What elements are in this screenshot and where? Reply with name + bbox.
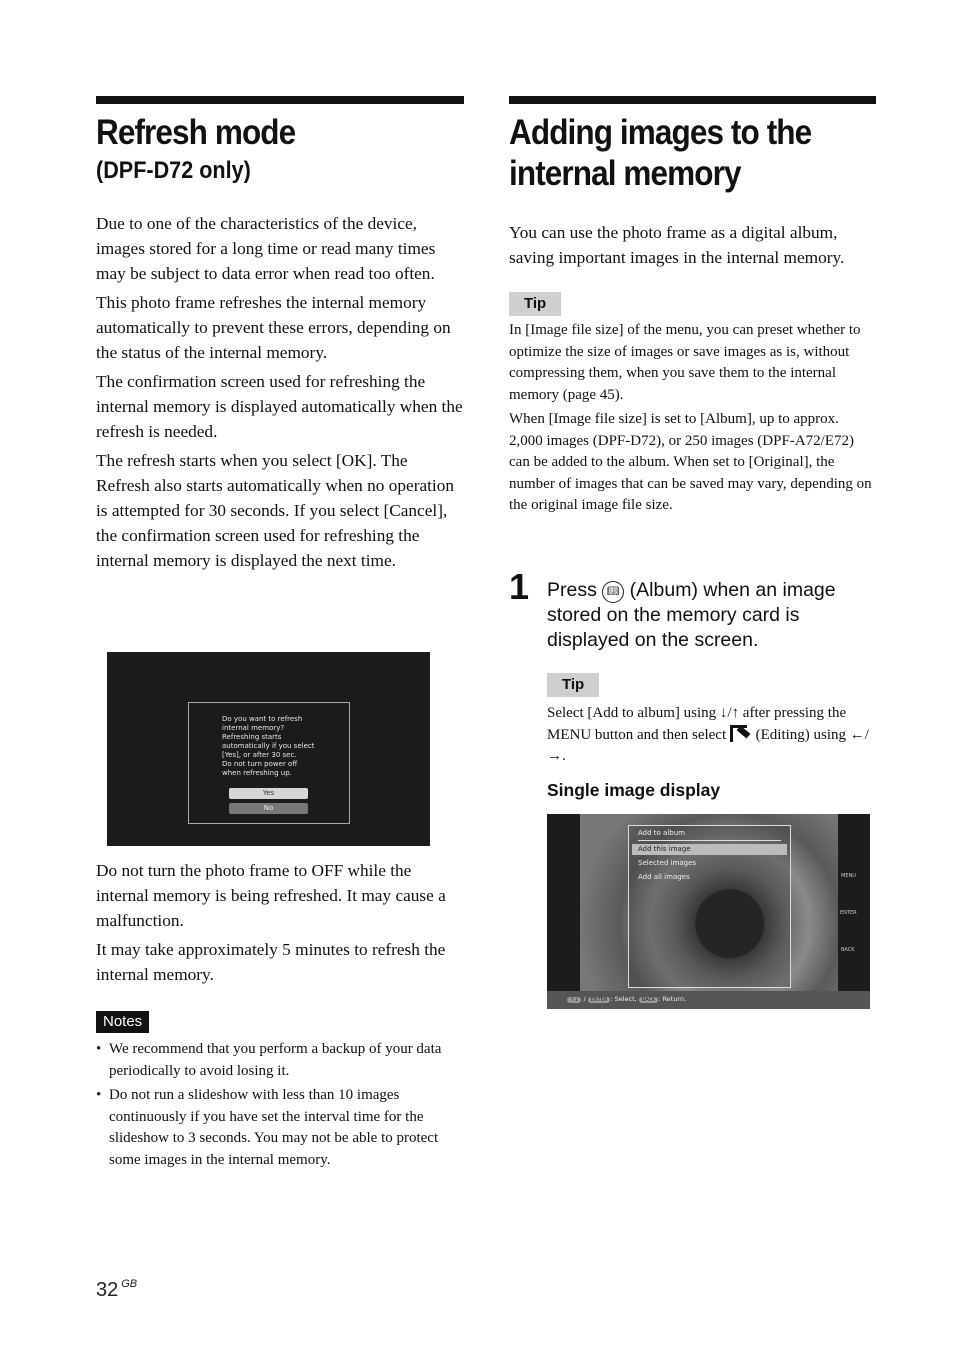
screen-left-bar (547, 814, 580, 991)
step-number: 1 (509, 566, 530, 607)
paragraph: The refresh starts when you select [OK].… (96, 451, 455, 570)
screen-help-bar: ↑↓ / ENTER: Select, BACK: Return. (547, 991, 870, 1009)
menu-title: Add to album (638, 829, 685, 837)
add-to-album-screenshot: MENU ENTER BACK Add to album Add this im… (547, 814, 870, 1009)
menu-item-add-all-images: Add all images (638, 873, 690, 881)
editing-icon (729, 724, 752, 742)
return-text: : Return. (658, 995, 687, 1003)
menu-key-label: MENU (841, 873, 856, 879)
region-code: GB (121, 1278, 138, 1290)
subheading: Single image display (547, 780, 721, 800)
paragraph: This photo frame refreshes the internal … (96, 293, 451, 362)
intro-paragraph: You can use the photo frame as a digital… (509, 223, 845, 267)
right-column: Adding images to the internal memory You… (509, 96, 876, 520)
notes-label: Notes (96, 1011, 150, 1033)
paragraph: Due to one of the characteristics of the… (96, 214, 436, 283)
section-title-line2: internal memory (509, 154, 741, 193)
left-column-lower: Do not turn the photo frame to OFF while… (96, 858, 464, 1174)
enter-key-label: ENTER (840, 910, 857, 916)
step-instruction: Press 📖︎ (Album) when an image stored on… (547, 578, 877, 653)
menu-item-selected-images: Selected images (638, 859, 697, 867)
section-title: Refresh mode (96, 113, 296, 152)
select-text: : Select, (610, 995, 639, 1003)
tip-block-2: Tip Select [Add to album] using ↓/↑ afte… (547, 673, 877, 771)
tip-paragraph: Select [Add to album] using ↓/↑ after pr… (547, 703, 877, 768)
section-title-line1: Adding images to the (509, 113, 812, 152)
screen-right-bar: MENU ENTER BACK (838, 814, 870, 991)
section-subtitle: (DPF-D72 only) (96, 157, 251, 184)
refresh-dialog: Do you want to refresh internal memory? … (188, 702, 350, 824)
tip-label: Tip (547, 673, 600, 697)
note-item: We recommend that you perform a backup o… (96, 1039, 464, 1082)
arrows-key: ↑↓ (567, 997, 582, 1003)
note-item: Do not run a slideshow with less than 10… (96, 1085, 464, 1171)
section-rule (96, 96, 464, 104)
page-number-value: 32 (96, 1279, 119, 1301)
paragraph: It may take approximately 5 minutes to r… (96, 940, 446, 984)
album-icon: 📖︎ (602, 581, 625, 603)
step-text-pre: Press (547, 579, 603, 601)
tip-paragraph: When [Image file size] is set to [Album]… (509, 411, 872, 513)
add-to-album-menu: Add to album Add this image Selected ima… (628, 825, 791, 988)
help-text: ↑↓ / ENTER: Select, BACK: Return. (567, 995, 686, 1003)
yes-button: Yes (229, 788, 308, 799)
left-column: Refresh mode (DPF-D72 only) Due to one o… (96, 96, 464, 577)
menu-divider (638, 840, 781, 841)
enter-key: ENTER (587, 997, 611, 1003)
back-key: BACK (638, 997, 659, 1003)
page-number: 32 GB (96, 1278, 137, 1302)
dialog-message: Do you want to refresh internal memory? … (222, 715, 315, 777)
tip-paragraph: In [Image file size] of the menu, you ca… (509, 322, 861, 403)
paragraph: The confirmation screen used for refresh… (96, 372, 463, 441)
menu-item-add-this-image: Add this image (632, 844, 787, 855)
tip-label: Tip (509, 292, 562, 316)
refresh-confirmation-screenshot: Do you want to refresh internal memory? … (107, 652, 430, 846)
no-button: No (229, 803, 308, 814)
section-rule (509, 96, 876, 104)
paragraph: Do not turn the photo frame to OFF while… (96, 861, 446, 930)
back-key-label: BACK (841, 947, 855, 953)
